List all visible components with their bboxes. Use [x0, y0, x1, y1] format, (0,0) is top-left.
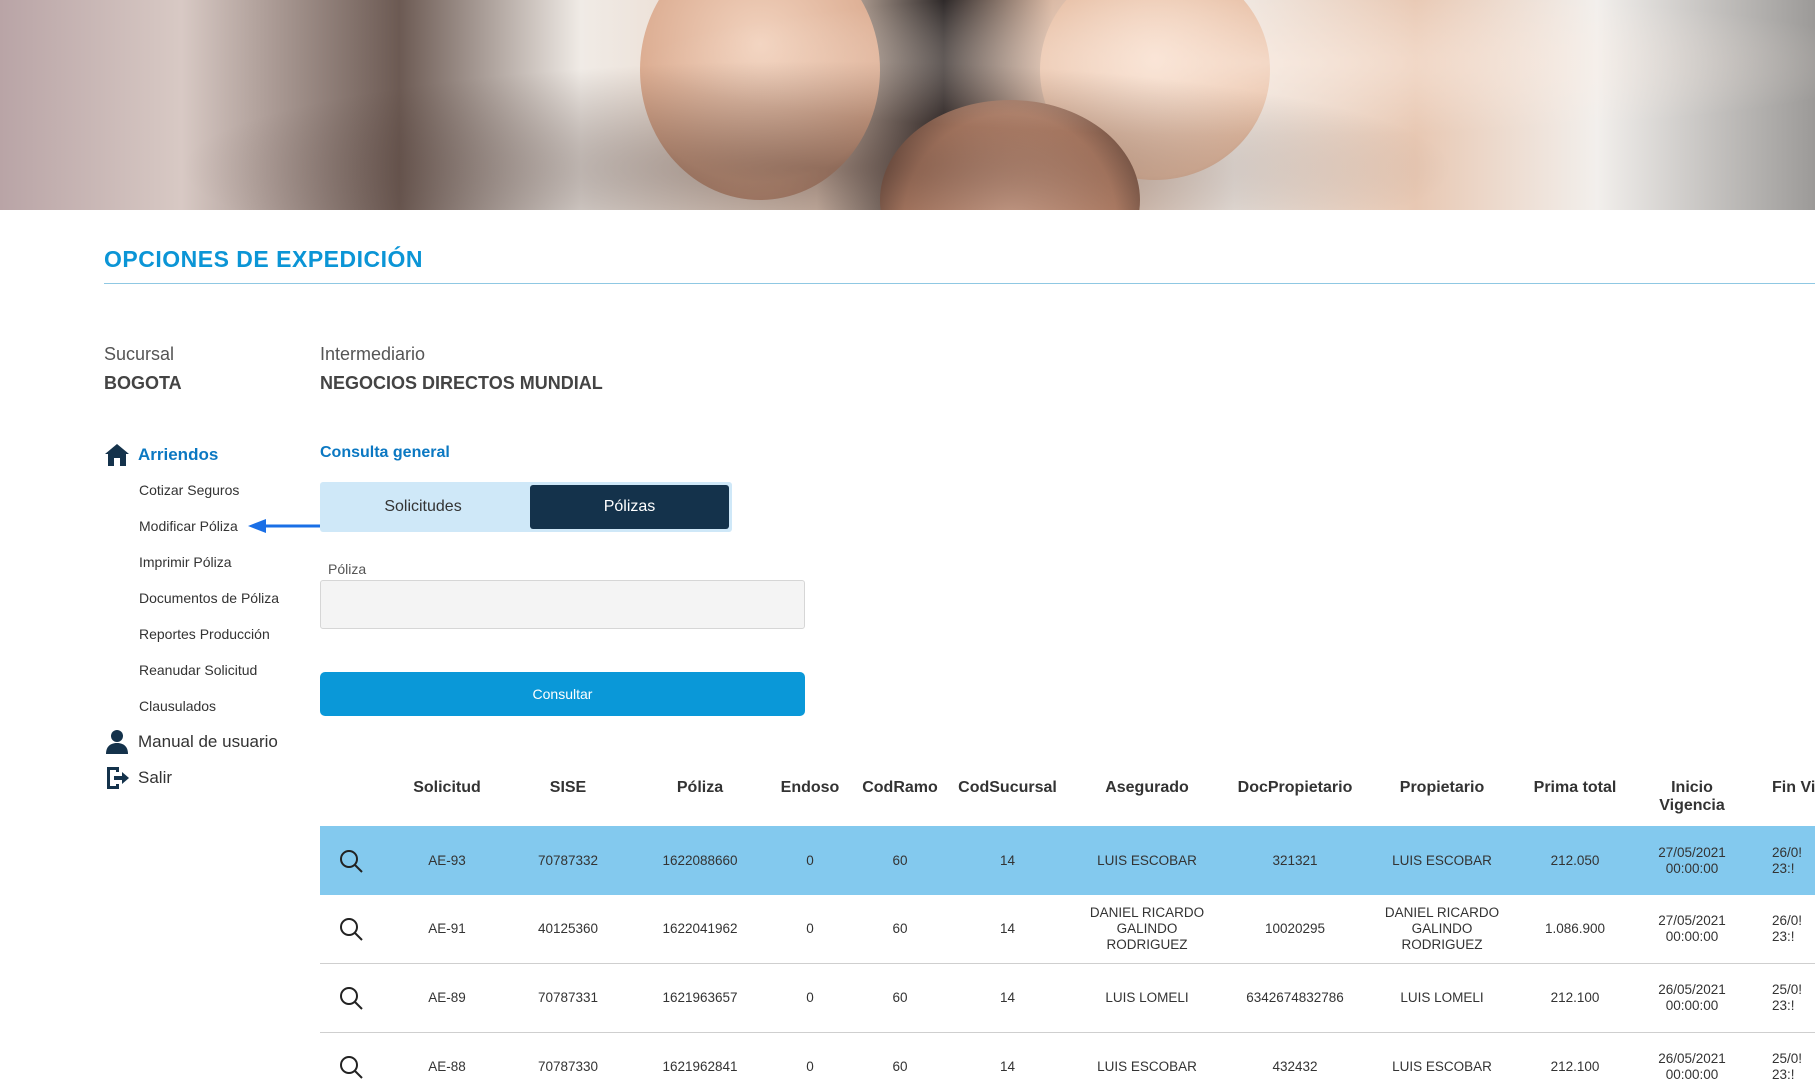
cell-codsucursal: 14 [999, 990, 1016, 1005]
consulta-general-title: Consulta general [320, 444, 450, 461]
cell-asegurado: LUIS LOMELI [1105, 990, 1189, 1005]
cell-sise: 40125360 [537, 921, 599, 936]
cell-fin-vigencia: 25/0! 23:! [1772, 982, 1803, 1013]
cell-codsucursal: 14 [999, 1059, 1016, 1074]
table-row[interactable]: AE-91 40125360 1622041962 0 60 14 DANIEL… [320, 895, 1815, 964]
table-row[interactable]: AE-89 70787331 1621963657 0 60 14 LUIS L… [320, 964, 1815, 1033]
column-header-endoso: Endoso [780, 779, 840, 796]
sidebar-item-modificar-poliza[interactable]: Modificar Póliza [139, 518, 238, 534]
cell-sise: 70787331 [537, 990, 599, 1005]
cell-sise: 70787332 [537, 852, 599, 868]
column-header-docpropietario: DocPropietario [1237, 779, 1353, 796]
cell-poliza: 1621963657 [662, 990, 738, 1005]
logout-icon [104, 765, 130, 791]
cell-propietario: LUIS ESCOBAR [1392, 852, 1492, 868]
column-header-poliza: Póliza [676, 779, 724, 796]
search-icon[interactable] [338, 916, 364, 942]
tipo-consulta-toggle: Solicitudes Pólizas [320, 482, 732, 532]
table-row[interactable]: AE-93 70787332 1622088660 0 60 14 LUIS E… [320, 826, 1815, 895]
cell-asegurado: LUIS ESCOBAR [1097, 852, 1197, 868]
column-header-prima-total: Prima total [1533, 779, 1617, 796]
sidebar-item-cotizar-seguros[interactable]: Cotizar Seguros [139, 482, 239, 498]
cell-inicio-vigencia: 26/05/2021 00:00:00 [1658, 982, 1726, 1013]
cell-solicitud: AE-88 [428, 1059, 466, 1074]
user-icon [104, 729, 130, 755]
cell-fin-vigencia: 26/0! 23:! [1772, 844, 1803, 876]
cell-propietario: DANIEL RICARDO GALINDO RODRIGUEZ [1384, 905, 1500, 952]
cell-fin-vigencia: 26/0! 23:! [1772, 913, 1803, 944]
cell-solicitud: AE-89 [428, 990, 466, 1005]
sidebar-section-label: Arriendos [138, 445, 219, 464]
sucursal-value: BOGOTA [104, 373, 182, 393]
cell-solicitud: AE-91 [428, 921, 466, 936]
cell-inicio-vigencia: 27/05/2021 00:00:00 [1658, 913, 1726, 944]
cell-poliza: 1622041962 [662, 921, 738, 936]
cell-codramo: 60 [892, 1059, 908, 1074]
cell-fin-vigencia: 25/0! 23:! [1772, 1051, 1803, 1082]
home-icon [104, 442, 130, 468]
cell-codsucursal: 14 [999, 852, 1016, 868]
cell-codramo: 60 [892, 921, 908, 936]
table-row[interactable]: AE-88 70787330 1621962841 0 60 14 LUIS E… [320, 1033, 1815, 1091]
sidebar-item-clausulados[interactable]: Clausulados [139, 698, 216, 714]
search-icon[interactable] [338, 985, 364, 1011]
sidebar-section-arriendos[interactable]: Arriendos [104, 442, 218, 468]
sidebar-item-label: Salir [138, 768, 173, 787]
cell-docpropietario: 432432 [1272, 1059, 1318, 1074]
cell-endoso: 0 [806, 990, 814, 1005]
search-icon[interactable] [338, 1054, 364, 1080]
column-header-solicitud: Solicitud [413, 779, 481, 796]
column-header-codramo: CodRamo [862, 779, 938, 796]
cell-poliza: 1621962841 [662, 1059, 738, 1074]
sidebar-item-reanudar-solicitud[interactable]: Reanudar Solicitud [139, 662, 257, 678]
column-header-propietario: Propietario [1399, 779, 1485, 796]
cell-codsucursal: 14 [999, 921, 1016, 936]
intermediario-value: NEGOCIOS DIRECTOS MUNDIAL [320, 373, 603, 393]
sidebar-item-documentos-poliza[interactable]: Documentos de Póliza [139, 590, 279, 606]
sucursal-label: Sucursal [104, 344, 175, 364]
page-title: OPCIONES DE EXPEDICIÓN [104, 246, 424, 272]
cell-poliza: 1622088660 [662, 852, 738, 868]
hero-banner-image [0, 0, 1815, 210]
poliza-input[interactable] [320, 580, 805, 629]
cell-asegurado: LUIS ESCOBAR [1097, 1059, 1197, 1074]
annotation-arrow-icon [248, 519, 328, 533]
cell-prima-total: 212.100 [1550, 990, 1600, 1005]
cell-endoso: 0 [806, 1059, 814, 1074]
cell-propietario: LUIS LOMELI [1400, 990, 1484, 1005]
sidebar-item-reportes-produccion[interactable]: Reportes Producción [139, 626, 270, 642]
cell-docpropietario: 321321 [1272, 852, 1318, 868]
consultar-button[interactable]: Consultar [320, 672, 805, 716]
sidebar-item-salir[interactable]: Salir [104, 765, 172, 791]
tab-solicitudes[interactable]: Solicitudes [320, 485, 526, 529]
cell-propietario: LUIS ESCOBAR [1392, 1059, 1492, 1074]
sidebar-item-imprimir-poliza[interactable]: Imprimir Póliza [139, 554, 232, 570]
intermediario-label: Intermediario [320, 344, 426, 364]
tab-polizas[interactable]: Pólizas [530, 485, 729, 529]
search-icon[interactable] [338, 848, 364, 874]
column-header-inicio-vigencia: Inicio Vigencia [1659, 779, 1725, 814]
title-divider [104, 283, 1815, 284]
cell-prima-total: 212.100 [1550, 1059, 1600, 1074]
cell-docpropietario: 6342674832786 [1246, 990, 1344, 1005]
cell-solicitud: AE-93 [428, 852, 466, 868]
cell-inicio-vigencia: 26/05/2021 00:00:00 [1658, 1051, 1726, 1082]
cell-codramo: 60 [892, 852, 908, 868]
sidebar-item-label: Manual de usuario [138, 732, 278, 751]
cell-prima-total: 1.086.900 [1544, 921, 1606, 936]
sidebar-item-manual-usuario[interactable]: Manual de usuario [104, 729, 278, 755]
column-header-fin-vigencia: Fin Vi [1772, 779, 1815, 796]
cell-endoso: 0 [806, 852, 814, 868]
column-header-codsucursal: CodSucursal [958, 779, 1057, 796]
cell-codramo: 60 [892, 990, 908, 1005]
column-header-asegurado: Asegurado [1105, 779, 1189, 796]
cell-asegurado: DANIEL RICARDO GALINDO RODRIGUEZ [1089, 905, 1205, 952]
cell-prima-total: 212.050 [1550, 852, 1600, 868]
cell-endoso: 0 [806, 921, 814, 936]
cell-inicio-vigencia: 27/05/2021 00:00:00 [1658, 844, 1726, 876]
cell-docpropietario: 10020295 [1264, 921, 1326, 936]
cell-sise: 70787330 [537, 1059, 599, 1074]
column-header-sise: SISE [549, 779, 587, 796]
poliza-field-label: Póliza [328, 561, 367, 577]
